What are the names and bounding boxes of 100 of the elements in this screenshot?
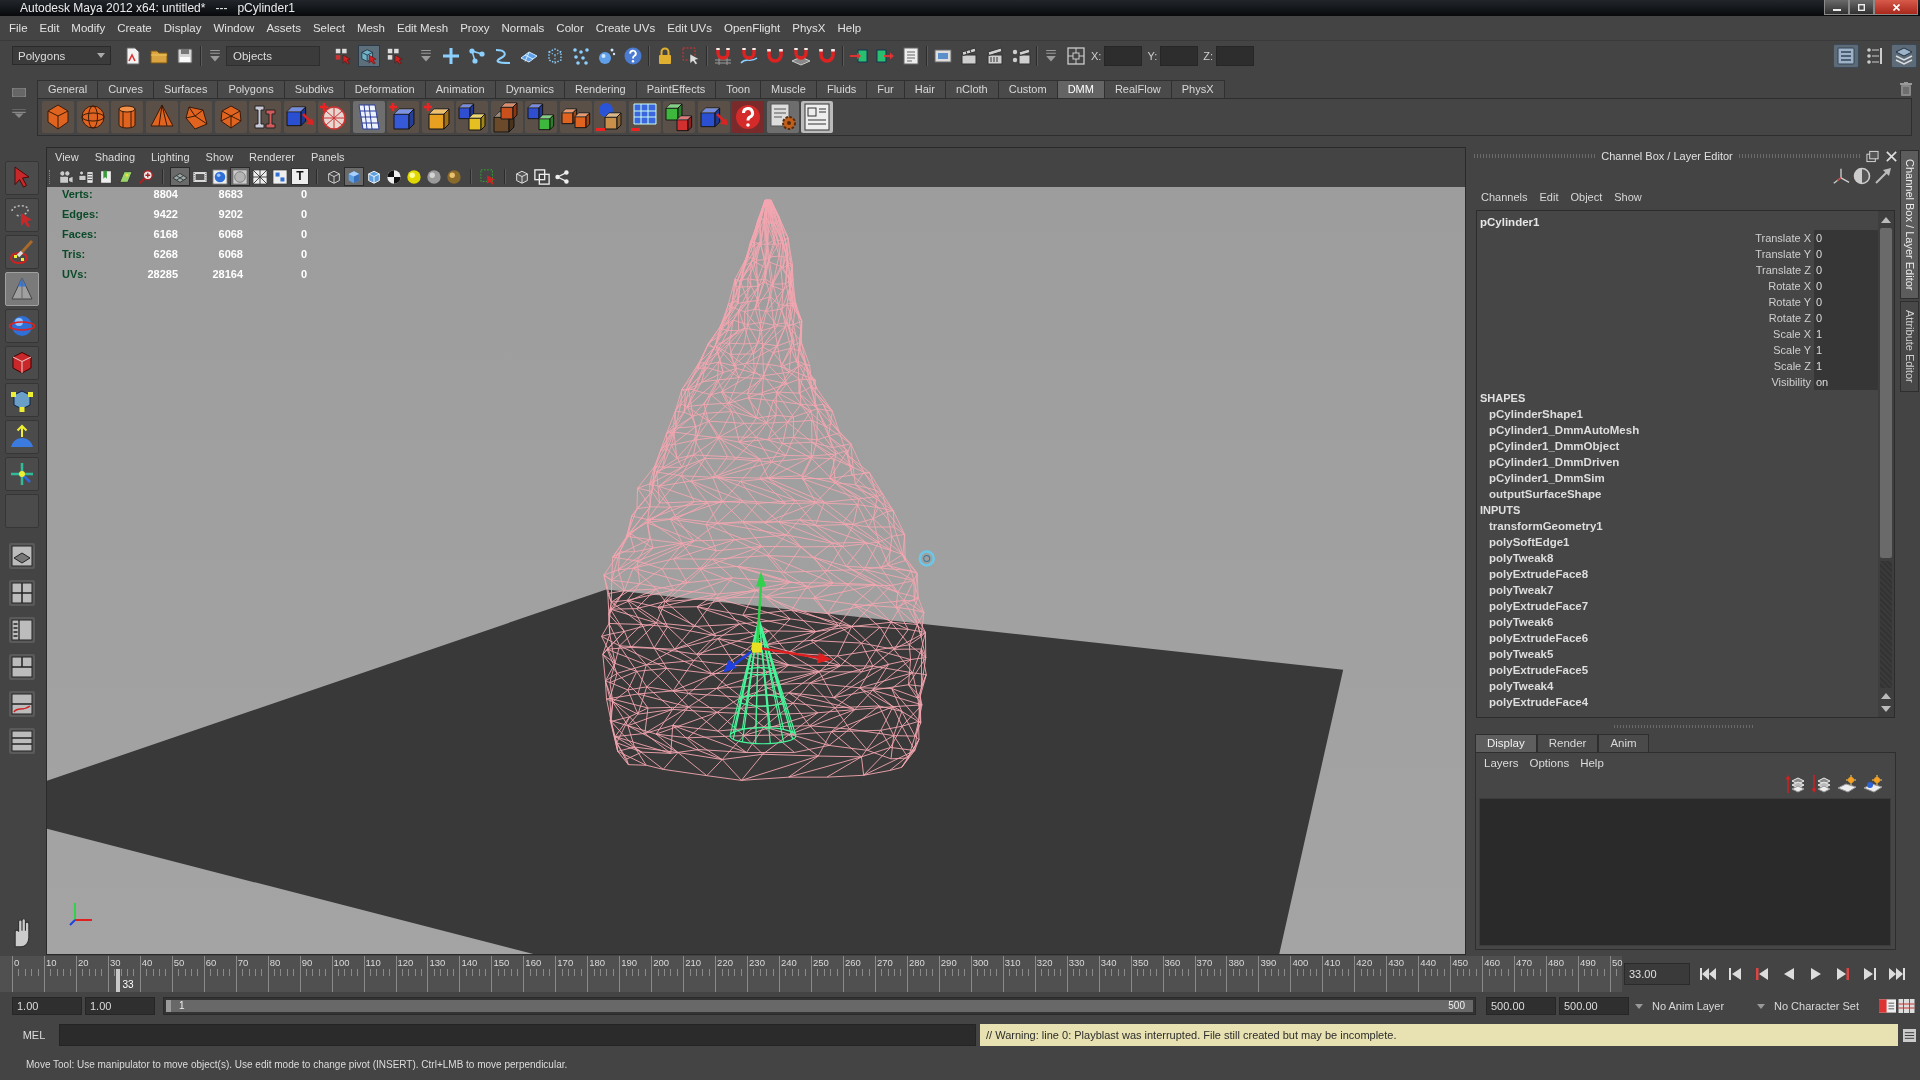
split-pane-icon[interactable] [8, 653, 36, 681]
maximize-button[interactable] [1849, 0, 1874, 15]
range-start-field[interactable]: 1.00 [85, 997, 155, 1015]
clapperboard-settings-icon[interactable] [1011, 45, 1031, 66]
striped-tile-icon[interactable] [1879, 999, 1896, 1013]
mesh-sheet-icon[interactable] [352, 101, 385, 133]
resize-grip[interactable] [1614, 724, 1754, 728]
mesh-grid-minus-icon[interactable] [628, 101, 661, 133]
channel-menu-item[interactable]: Show [1609, 191, 1649, 203]
panel-menu-item[interactable]: Lighting [145, 151, 196, 163]
menu-item[interactable]: Help [831, 22, 868, 34]
view-toggle-button[interactable] [404, 167, 424, 186]
sheet-ball-sparkle-icon[interactable] [1863, 775, 1883, 793]
menu-item[interactable]: Assets [260, 22, 307, 34]
range-end-field[interactable]: 500.00 [1486, 997, 1556, 1015]
attribute-label[interactable]: Rotate Y [1768, 294, 1814, 310]
stacked-boxes-icon[interactable] [490, 101, 523, 133]
attribute-value[interactable]: 1 [1814, 342, 1878, 358]
coordinate-field[interactable] [1216, 45, 1254, 66]
node-item[interactable]: polySoftEdge1 [1477, 534, 1878, 550]
crosshair-box-icon[interactable] [1066, 45, 1086, 66]
shelf-tab[interactable]: Custom [998, 80, 1058, 98]
menu-item[interactable]: Create [111, 22, 158, 34]
stacked-pane-icon[interactable] [8, 727, 36, 755]
shelf-tab[interactable]: Dynamics [495, 80, 565, 98]
coordinate-field[interactable] [1104, 45, 1143, 66]
node-item[interactable]: polyExtrudeFace7 [1477, 598, 1878, 614]
shelf-tab[interactable]: Surfaces [154, 80, 219, 98]
view-toggle-button[interactable] [136, 167, 156, 186]
current-time-field[interactable]: 33.00 [1624, 963, 1690, 985]
attribute-value[interactable]: 0 [1814, 294, 1878, 310]
node-item[interactable]: polyTweak6 [1477, 614, 1878, 630]
select-mode-button[interactable] [358, 44, 380, 67]
shelf-tab[interactable]: Fur [867, 80, 905, 98]
shelf-tab[interactable]: Hair [904, 80, 946, 98]
shelf-tab[interactable]: Polygons [218, 80, 285, 98]
layers-up-icon[interactable] [1785, 775, 1805, 793]
shelf-tab[interactable]: Curves [98, 80, 154, 98]
four-pane-icon[interactable] [8, 579, 36, 607]
menu-item[interactable]: Select [306, 22, 351, 34]
layer-tab[interactable]: Render [1536, 734, 1599, 752]
minimize-button[interactable] [1824, 0, 1849, 15]
collapse-arrow-icon[interactable] [1043, 47, 1059, 64]
attribute-label[interactable]: Rotate X [1768, 278, 1814, 294]
shelf-tab[interactable]: Subdivs [284, 80, 345, 98]
attribute-value[interactable]: 0 [1814, 278, 1878, 294]
plane-pane-icon[interactable] [8, 542, 36, 570]
magnet-curve-icon[interactable] [739, 45, 759, 66]
new-file-icon[interactable] [123, 45, 143, 66]
window-panel-icon[interactable] [801, 101, 833, 133]
menu-item[interactable]: Proxy [454, 22, 496, 34]
cubes-icon[interactable] [559, 101, 592, 133]
layer-menu-item[interactable]: Options [1525, 757, 1577, 769]
tripod-axes-icon[interactable] [1832, 167, 1850, 185]
shelf-tab[interactable]: Deformation [344, 80, 426, 98]
help-icon[interactable] [732, 101, 764, 133]
magnet-grid-icon[interactable] [713, 45, 733, 66]
cubes-icon[interactable] [525, 101, 557, 133]
down-caret-icon[interactable] [11, 109, 26, 118]
clapperboard-icon[interactable] [985, 45, 1005, 66]
attribute-label[interactable]: Scale Z [1773, 358, 1814, 374]
cube-plus-icon[interactable] [387, 101, 419, 133]
small-tile-icon[interactable] [11, 88, 26, 97]
menu-item[interactable]: Normals [495, 22, 551, 34]
help-icon[interactable] [623, 45, 643, 66]
scrollbar[interactable] [1878, 211, 1894, 717]
list-tile-icon[interactable] [1903, 1028, 1916, 1042]
playhead[interactable] [116, 969, 121, 992]
tool-button[interactable] [5, 346, 39, 380]
view-toggle-button[interactable] [210, 167, 230, 186]
down-arrow-icon[interactable] [1881, 706, 1891, 712]
tool-button[interactable] [5, 383, 39, 417]
clapperboard-icon[interactable] [959, 45, 979, 66]
menu-item[interactable]: OpenFlight [718, 22, 787, 34]
viewport[interactable]: Verts: 8804 8683 0 Edges: 9422 9202 0 Faces: 6168 6068 0 Tris: 6268 6068 0 UVs: 28285 28164 0 [47, 187, 1465, 954]
menu-item[interactable]: Edit UVs [661, 22, 719, 34]
step-back-icon[interactable] [1727, 966, 1743, 982]
menu-item[interactable]: File [3, 22, 34, 34]
menu-item[interactable]: Window [207, 22, 261, 34]
channel-menu-item[interactable]: Edit [1534, 191, 1566, 203]
pyramid-icon[interactable] [145, 101, 178, 133]
history-list-icon[interactable] [901, 45, 921, 66]
view-toggle-button[interactable] [478, 167, 498, 186]
close-icon[interactable] [1885, 149, 1898, 163]
attribute-value[interactable]: 1 [1814, 326, 1878, 342]
node-item[interactable]: polyTweak8 [1477, 550, 1878, 566]
attribute-label[interactable]: Visibility [1771, 374, 1814, 390]
layer-tab[interactable]: Anim [1598, 734, 1649, 752]
shelf-tab[interactable]: Animation [425, 80, 496, 98]
attribute-value[interactable]: 0 [1814, 310, 1878, 326]
crosshair-icon[interactable] [441, 45, 461, 66]
wireframe-mesh[interactable] [601, 199, 927, 781]
diagonal-arrow-icon[interactable] [1874, 167, 1892, 185]
shelf-tab[interactable]: nCloth [945, 80, 999, 98]
move-manipulator[interactable] [723, 571, 832, 673]
trash-icon[interactable] [1900, 82, 1912, 96]
channel-menu-item[interactable]: Object [1565, 191, 1610, 203]
coordinate-field[interactable] [1160, 45, 1199, 66]
collapse-arrow-icon[interactable] [418, 47, 434, 64]
dotted-cube-icon[interactable] [545, 45, 565, 66]
